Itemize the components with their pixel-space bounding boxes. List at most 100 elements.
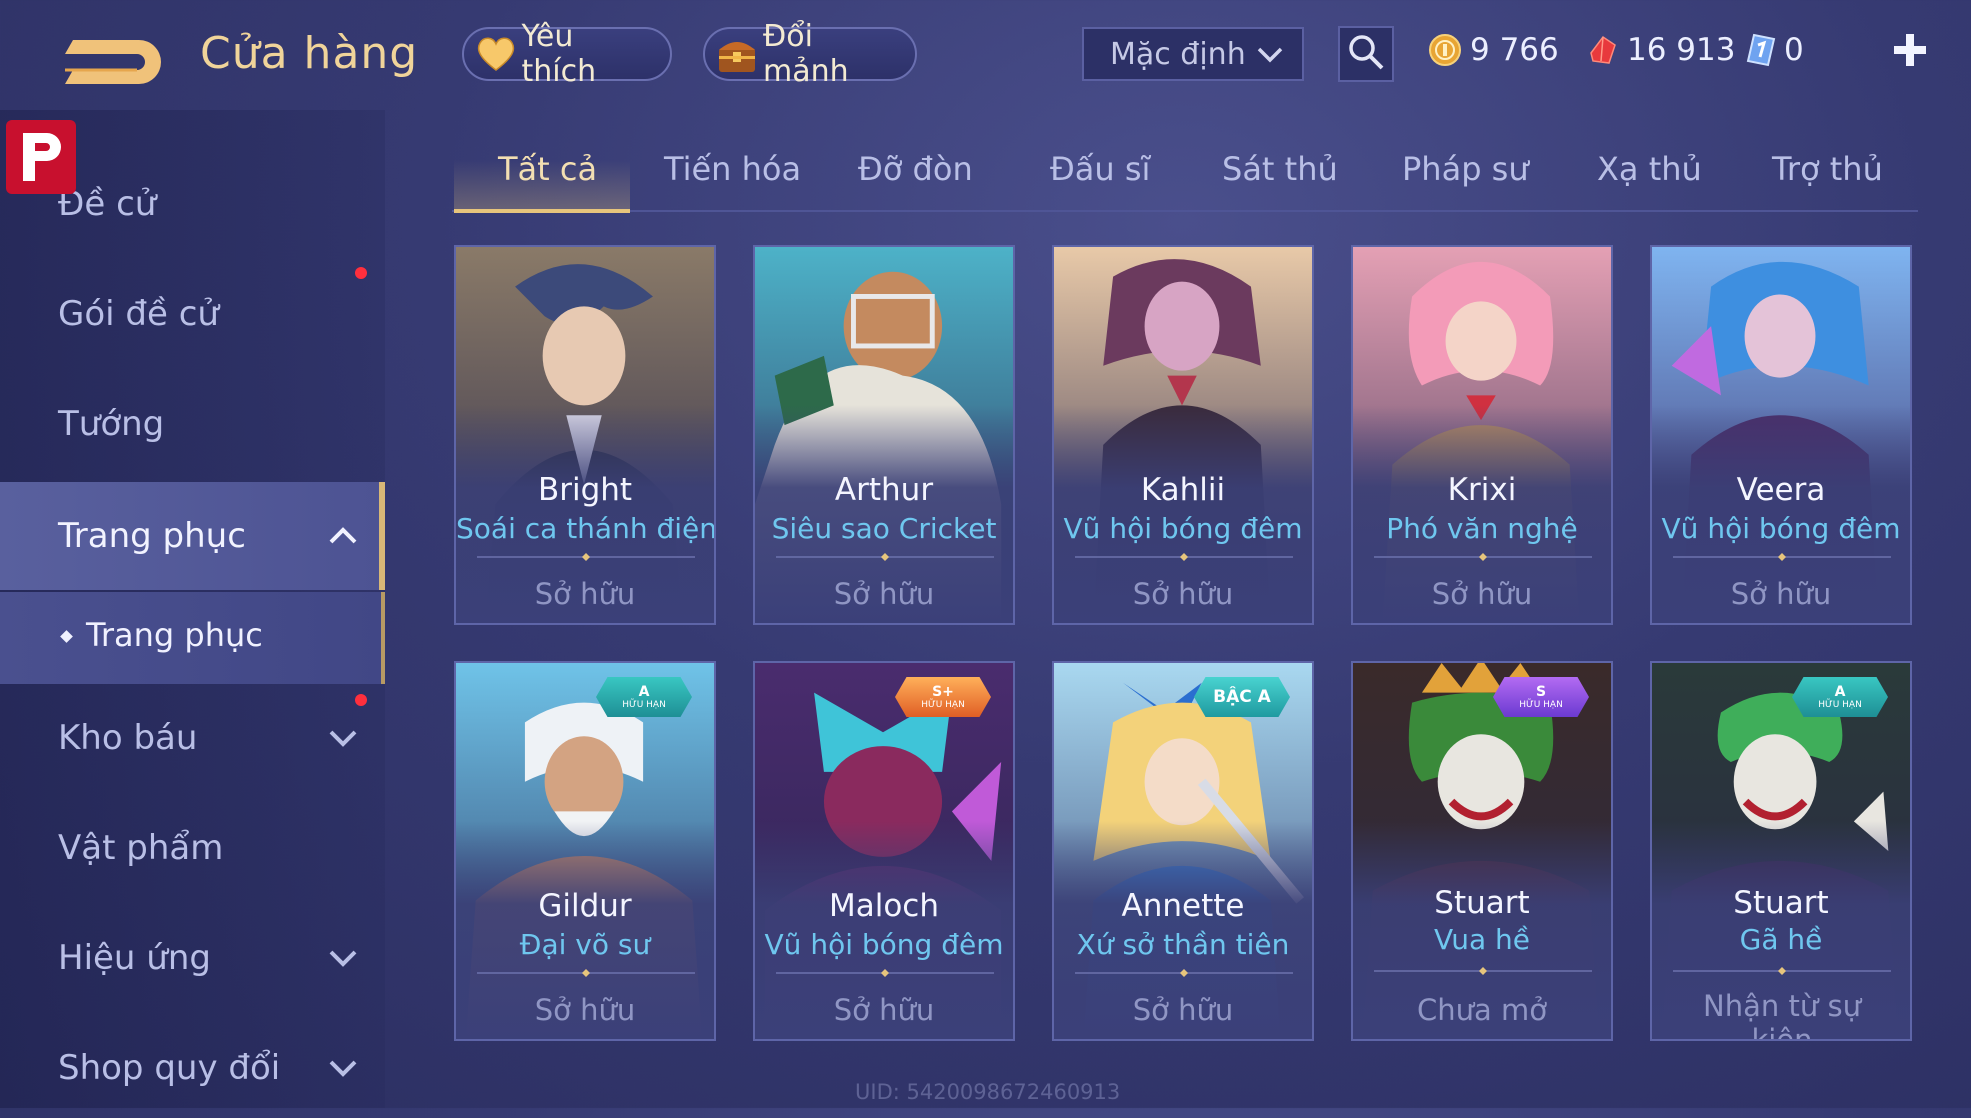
skin-name: Soái ca thánh điện — [456, 512, 716, 545]
skin-card[interactable]: S+ HỮU HẠN Maloch Vũ hội bóng đêm Sở hữu — [753, 661, 1015, 1041]
heart-icon — [474, 34, 518, 74]
divider — [776, 553, 994, 561]
hero-name: Bright — [537, 472, 633, 508]
tab-all[interactable]: Tất cả — [498, 150, 597, 188]
divider — [1374, 553, 1592, 561]
ownership-status: Sở hữu — [534, 993, 636, 1027]
sidebar-item-label: Shop quy đổi — [58, 1048, 281, 1088]
divider — [776, 969, 994, 977]
tab-fighter[interactable]: Đấu sĩ — [1050, 150, 1150, 188]
category-tabs: Tất cả Tiến hóa Đỡ đòn Đấu sĩ Sát thủ Ph… — [452, 140, 1918, 213]
hero-name: Krixi — [1447, 472, 1517, 508]
skin-card[interactable]: BẬC A Annette Xứ sở thần tiên Sở hữu — [1052, 661, 1314, 1041]
hero-name: Stuart — [1733, 885, 1829, 921]
back-arrow-icon[interactable] — [55, 28, 165, 92]
tab-support[interactable]: Trợ thủ — [1772, 150, 1883, 188]
ownership-status: Sở hữu — [534, 577, 636, 611]
voucher-value: 0 — [1784, 32, 1804, 68]
sidebar-item-effects[interactable]: Hiệu ứng — [0, 908, 385, 1008]
sidebar-item-label: Gói đề cử — [58, 294, 219, 334]
ownership-status: Sở hữu — [833, 993, 935, 1027]
sidebar-item-label: Vật phẩm — [58, 828, 224, 868]
rarity-badge: S+ HỮU HẠN — [895, 677, 991, 717]
tab-mage[interactable]: Pháp sư — [1402, 150, 1529, 188]
notification-dot — [355, 267, 367, 279]
divider — [1673, 967, 1891, 975]
page-title: Cửa hàng — [200, 28, 419, 79]
skin-card[interactable]: S HỮU HẠN Stuart Vua hề Chưa mở — [1351, 661, 1613, 1041]
divider — [1075, 553, 1293, 561]
ruby-value: 16 913 — [1627, 32, 1736, 68]
divider — [1673, 553, 1891, 561]
hero-name: Maloch — [828, 888, 939, 924]
ownership-status: Nhận từ sự kiện — [1703, 989, 1861, 1041]
top-bar: Cửa hàng Yêu thích Đổi mảnh Mặc định 9 7… — [0, 0, 1971, 110]
hero-name: Gildur — [538, 888, 632, 924]
gold-coin-icon — [1428, 33, 1462, 67]
rarity-badge: S HỮU HẠN — [1493, 677, 1589, 717]
chevron-down-icon — [326, 941, 360, 975]
sidebar-item-items[interactable]: Vật phẩm — [0, 798, 385, 898]
add-currency-icon[interactable] — [1890, 28, 1930, 72]
brand-logo-icon — [6, 120, 76, 194]
skin-card[interactable]: A HỮU HẠN Stuart Gã hề Nhận từ sự kiện — [1650, 661, 1912, 1041]
sidebar-item-label: Kho báu — [58, 718, 198, 758]
search-button[interactable] — [1338, 26, 1394, 82]
skin-name: Gã hề — [1739, 923, 1823, 956]
sidebar-item-heroes[interactable]: Tướng — [0, 374, 385, 474]
search-icon — [1347, 33, 1385, 75]
skin-name: Vũ hội bóng đêm — [764, 928, 1004, 961]
tab-tank[interactable]: Đỡ đòn — [858, 150, 973, 188]
hero-name: Veera — [1736, 472, 1826, 508]
ownership-status: Sở hữu — [1132, 577, 1234, 611]
rarity-badge: A HỮU HẠN — [596, 677, 692, 717]
bullet-icon — [60, 630, 73, 643]
skin-name: Siêu sao Cricket — [771, 512, 997, 545]
skin-card[interactable]: Bright Soái ca thánh điện Sở hữu — [454, 245, 716, 625]
ownership-status: Sở hữu — [833, 577, 935, 611]
hero-name: Annette — [1121, 888, 1245, 924]
sidebar-subitem-label: Trang phục — [86, 616, 263, 654]
sidebar-item-skins[interactable]: Trang phục — [0, 482, 385, 590]
tab-assassin[interactable]: Sát thủ — [1222, 150, 1338, 188]
grade-badge: BẬC A — [1194, 677, 1290, 717]
gold-value: 9 766 — [1470, 32, 1559, 68]
chevron-down-icon — [326, 721, 360, 755]
treasure-chest-icon — [715, 34, 759, 74]
favorites-button[interactable]: Yêu thích — [462, 19, 672, 89]
gold-balance: 9 766 — [1428, 30, 1559, 70]
ruby-icon — [1585, 33, 1619, 67]
voucher-balance: 0 — [1746, 30, 1804, 70]
divider — [1374, 967, 1592, 975]
sort-dropdown[interactable]: Mặc định — [1082, 27, 1304, 81]
exchange-fragments-label: Đổi mảnh — [763, 19, 849, 89]
skin-name: Vũ hội bóng đêm — [1063, 512, 1303, 545]
tab-marksman[interactable]: Xạ thủ — [1597, 150, 1702, 188]
ownership-status: Sở hữu — [1730, 577, 1832, 611]
ownership-status: Sở hữu — [1132, 993, 1234, 1027]
ruby-balance: 16 913 — [1585, 30, 1735, 70]
skin-name: Vua hề — [1433, 923, 1531, 956]
sidebar: Đề cử Gói đề cử Tướng Trang phục Trang p… — [0, 110, 385, 1108]
favorites-label: Yêu thích — [521, 19, 597, 89]
divider — [477, 969, 695, 977]
voucher-icon — [1746, 33, 1776, 67]
sidebar-item-exchange-shop[interactable]: Shop quy đổi — [0, 1018, 385, 1118]
tab-evolution[interactable]: Tiến hóa — [664, 150, 801, 188]
skin-card[interactable]: Veera Vũ hội bóng đêm Sở hữu — [1650, 245, 1912, 625]
divider — [477, 553, 695, 561]
skin-card[interactable]: Arthur Siêu sao Cricket Sở hữu — [753, 245, 1015, 625]
skin-grid: Bright Soái ca thánh điện Sở hữu Arthur … — [452, 243, 1918, 1108]
sidebar-item-featured-packs[interactable]: Gói đề cử — [0, 264, 385, 364]
skin-card[interactable]: A HỮU HẠN Gildur Đại võ sư Sở hữu — [454, 661, 716, 1041]
hero-name: Stuart — [1434, 885, 1530, 921]
sidebar-item-treasure[interactable]: Kho báu — [0, 688, 385, 788]
rarity-badge: A HỮU HẠN — [1792, 677, 1888, 717]
skin-card[interactable]: Krixi Phó văn nghệ Sở hữu — [1351, 245, 1613, 625]
chevron-up-icon — [326, 519, 360, 553]
ownership-status: Chưa mở — [1417, 993, 1547, 1027]
skin-name: Phó văn nghệ — [1386, 512, 1578, 545]
skin-card[interactable]: Kahlii Vũ hội bóng đêm Sở hữu — [1052, 245, 1314, 625]
exchange-fragments-button[interactable]: Đổi mảnh — [703, 19, 917, 89]
sidebar-subitem-skins[interactable]: Trang phục — [0, 592, 385, 684]
